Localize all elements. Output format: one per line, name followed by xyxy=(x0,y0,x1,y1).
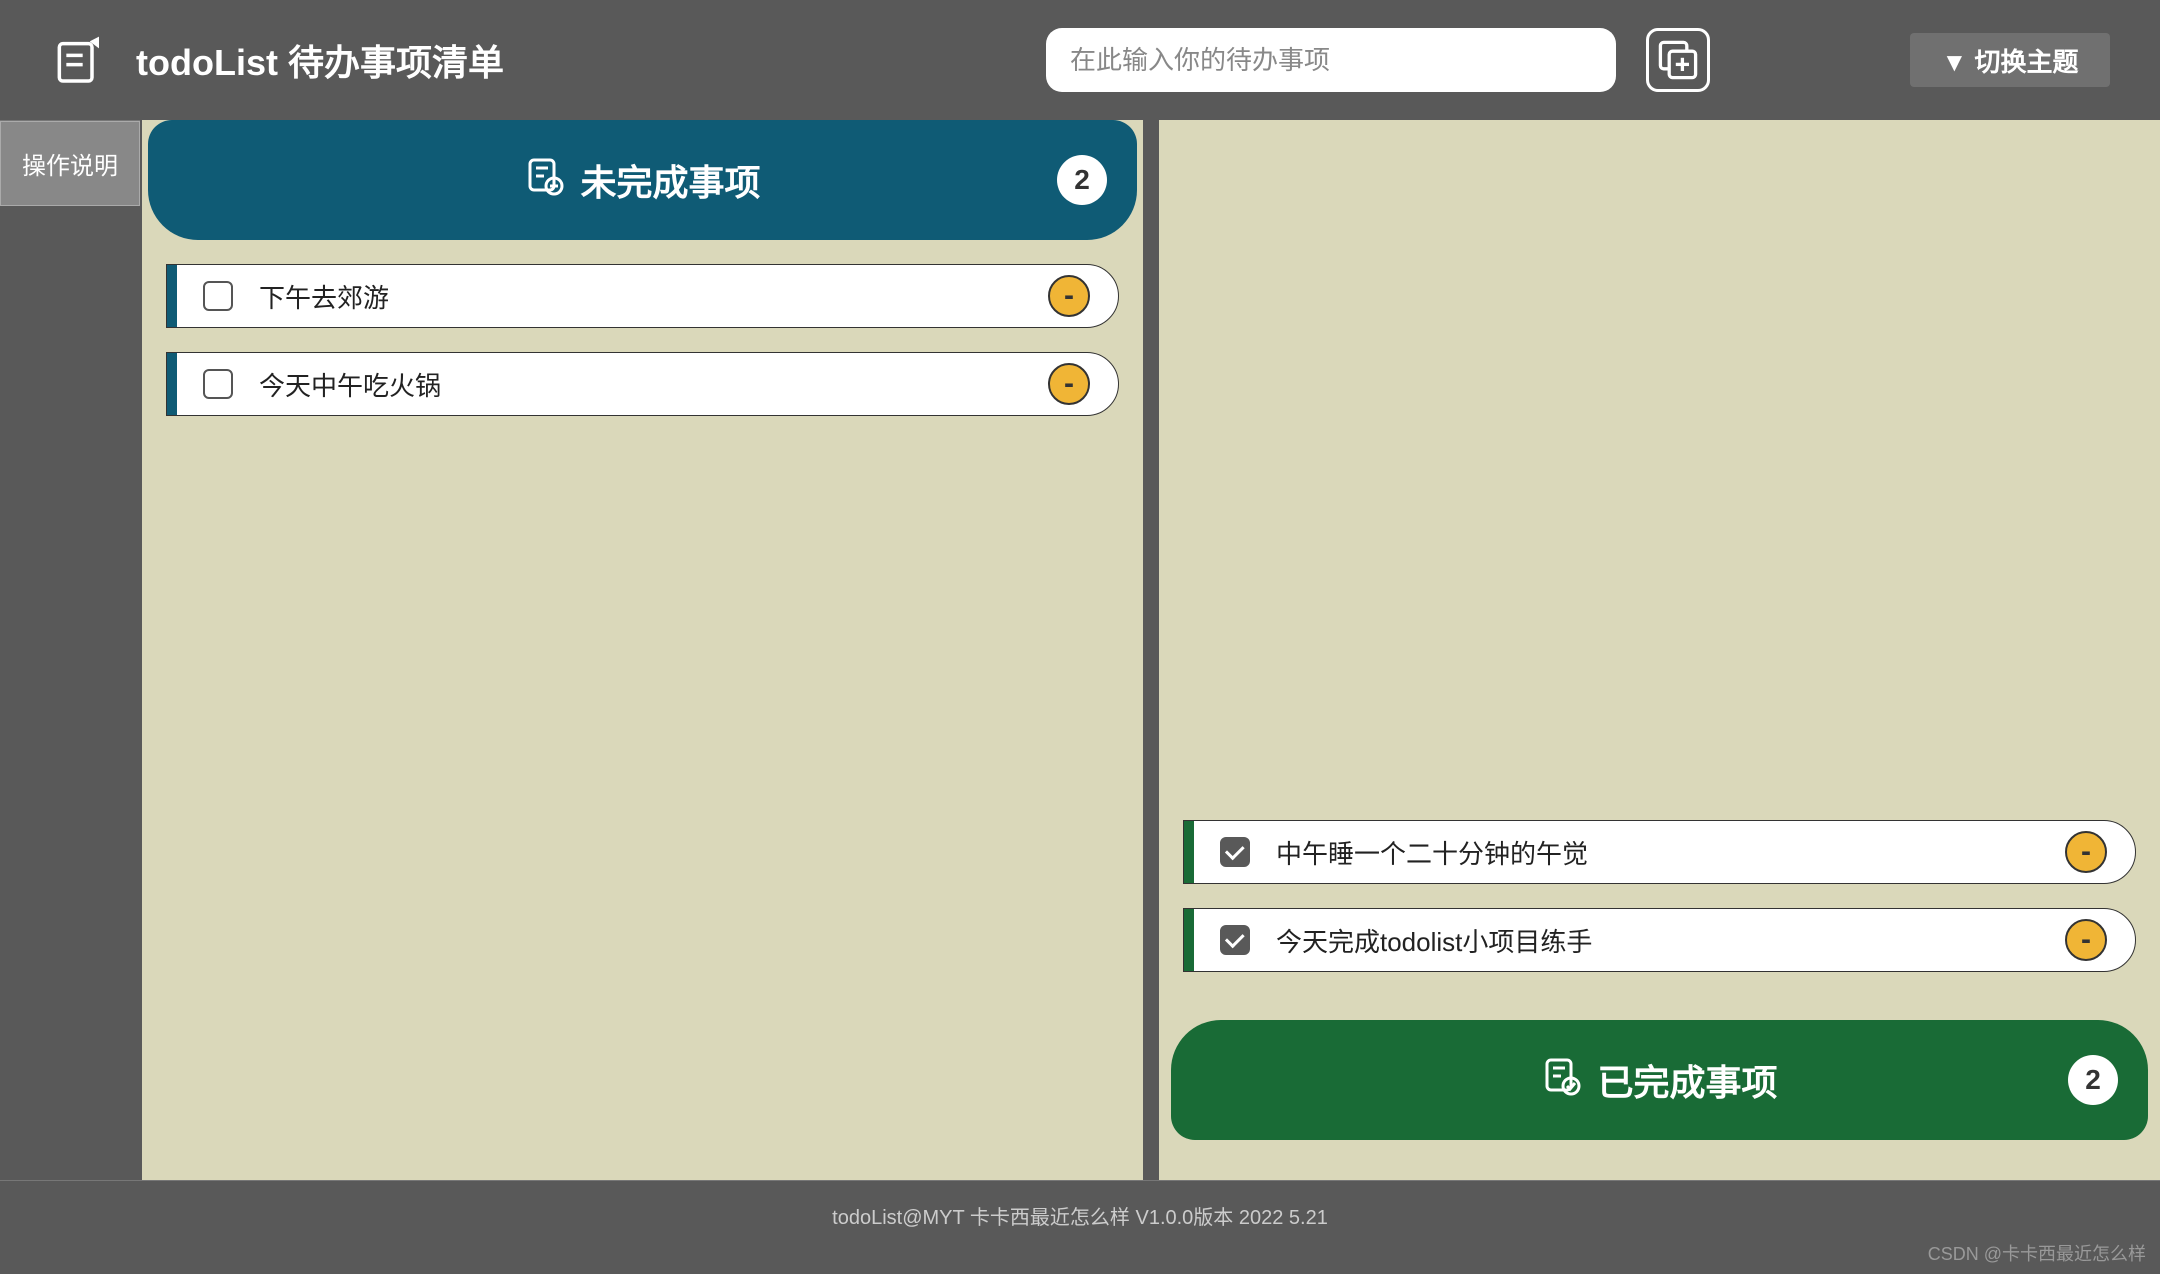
remove-button[interactable]: - xyxy=(1048,363,1090,405)
list-minus-icon xyxy=(524,156,564,205)
complete-count-badge: 2 xyxy=(2068,1055,2118,1105)
new-todo-input[interactable] xyxy=(1070,45,1592,76)
complete-header: 已完成事项 2 xyxy=(1171,1020,2148,1140)
complete-title: 已完成事项 xyxy=(1597,1054,1777,1106)
app-header: todoList 待办事项清单 ▼ 切换主题 xyxy=(0,0,2160,120)
item-accent xyxy=(167,265,177,327)
logo-icon xyxy=(50,32,106,88)
todo-checkbox[interactable] xyxy=(203,369,233,399)
watermark: CSDN @卡卡西最近怎么样 xyxy=(1928,1240,2146,1266)
list-item: 今天中午吃火锅 - xyxy=(166,352,1119,416)
remove-button[interactable]: - xyxy=(2065,919,2107,961)
list-item: 今天完成todolist小项目练手 - xyxy=(1183,908,2136,972)
list-check-icon xyxy=(1541,1056,1581,1105)
todo-text: 今天完成todolist小项目练手 xyxy=(1276,922,2065,959)
item-accent xyxy=(1184,821,1194,883)
incomplete-items: 下午去郊游 - 今天中午吃火锅 - xyxy=(142,240,1143,464)
list-item: 下午去郊游 - xyxy=(166,264,1119,328)
remove-button[interactable]: - xyxy=(2065,831,2107,873)
add-todo-button[interactable] xyxy=(1646,28,1710,92)
todo-text: 今天中午吃火锅 xyxy=(259,366,1048,403)
incomplete-count-badge: 2 xyxy=(1057,155,1107,205)
todo-text: 中午睡一个二十分钟的午觉 xyxy=(1276,834,2065,871)
incomplete-panel: 未完成事项 2 下午去郊游 - 今天中午吃火锅 - xyxy=(142,120,1143,1180)
item-accent xyxy=(167,353,177,415)
todo-checkbox[interactable] xyxy=(1220,837,1250,867)
theme-toggle-button[interactable]: ▼ 切换主题 xyxy=(1910,33,2110,87)
item-accent xyxy=(1184,909,1194,971)
sidebar-item-help[interactable]: 操作说明 xyxy=(0,121,140,206)
complete-items: 中午睡一个二十分钟的午觉 - 今天完成todolist小项目练手 - xyxy=(1159,796,2160,1020)
incomplete-header: 未完成事项 2 xyxy=(148,120,1137,240)
todo-checkbox[interactable] xyxy=(1220,925,1250,955)
footer-text: todoList@MYT 卡卡西最近怎么样 V1.0.0版本 2022 5.21 xyxy=(832,1201,1328,1230)
list-item: 中午睡一个二十分钟的午觉 - xyxy=(1183,820,2136,884)
complete-panel: 中午睡一个二十分钟的午觉 - 今天完成todolist小项目练手 - xyxy=(1159,120,2160,1180)
footer: todoList@MYT 卡卡西最近怎么样 V1.0.0版本 2022 5.21 xyxy=(0,1180,2160,1250)
incomplete-title: 未完成事项 xyxy=(580,154,760,206)
new-todo-input-wrap[interactable] xyxy=(1046,28,1616,92)
remove-button[interactable]: - xyxy=(1048,275,1090,317)
app-title: todoList 待办事项清单 xyxy=(136,34,504,86)
todo-checkbox[interactable] xyxy=(203,281,233,311)
sidebar: 操作说明 xyxy=(0,120,140,1180)
todo-text: 下午去郊游 xyxy=(259,278,1048,315)
